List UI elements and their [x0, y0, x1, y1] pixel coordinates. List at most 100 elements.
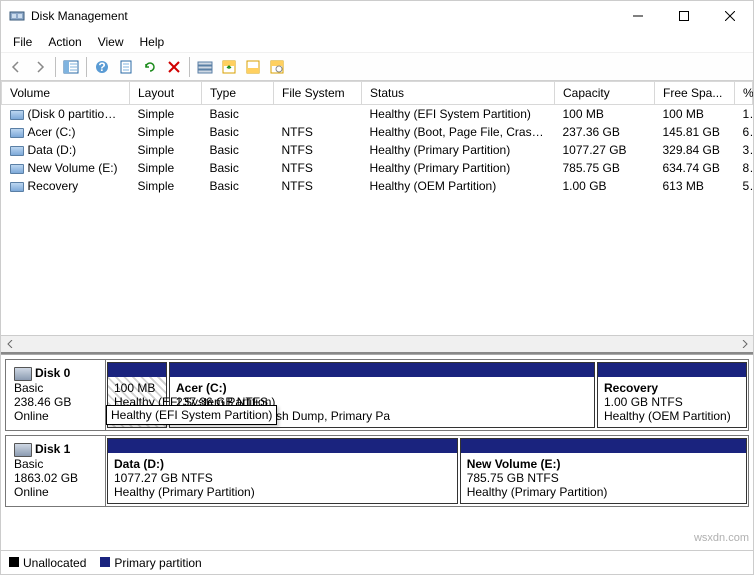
col-capacity[interactable]: Capacity	[555, 82, 655, 105]
menu-file[interactable]: File	[5, 33, 40, 51]
partition-size: 1.00 GB NTFS	[604, 395, 683, 409]
menu-action[interactable]: Action	[40, 33, 89, 51]
volume-row[interactable]: New Volume (E:)SimpleBasicNTFSHealthy (P…	[2, 159, 753, 177]
partition-body: Data (D:) 1077.27 GB NTFS Healthy (Prima…	[108, 453, 457, 503]
col-layout[interactable]: Layout	[130, 82, 202, 105]
volume-icon	[10, 164, 24, 174]
disk-info[interactable]: Disk 1 Basic 1863.02 GB Online	[6, 436, 106, 506]
watermark: wsxdn.com	[694, 532, 749, 544]
volume-name: Recovery	[28, 179, 79, 193]
forward-button[interactable]	[29, 56, 51, 78]
disk-size: 238.46 GB	[14, 395, 97, 409]
toolbar-separator	[189, 57, 190, 77]
scroll-right-icon[interactable]	[736, 336, 753, 353]
graphical-bottom-button[interactable]	[242, 56, 264, 78]
minimize-button[interactable]	[615, 1, 661, 31]
partition-title: New Volume (E:)	[467, 457, 561, 471]
partition-size: 785.75 GB NTFS	[467, 471, 559, 485]
col-free[interactable]: Free Spa...	[655, 82, 735, 105]
volume-status: Healthy (Boot, Page File, Crash Dum...	[362, 123, 555, 141]
volume-fs: NTFS	[274, 177, 362, 195]
partition-block[interactable]: 100 MB Healthy (EFI System Partition) He…	[107, 362, 167, 428]
disk-icon	[14, 443, 32, 457]
volume-row[interactable]: RecoverySimpleBasicNTFSHealthy (OEM Part…	[2, 177, 753, 195]
toolbar-separator	[55, 57, 56, 77]
partition-block[interactable]: Data (D:) 1077.27 GB NTFS Healthy (Prima…	[107, 438, 458, 504]
volume-pct: 5	[735, 177, 753, 195]
disk-state: Online	[14, 409, 97, 423]
help-button[interactable]: ?	[91, 56, 113, 78]
back-button[interactable]	[5, 56, 27, 78]
volume-layout: Simple	[130, 105, 202, 124]
partition-title: Data (D:)	[114, 457, 164, 471]
partition-area: 100 MB Healthy (EFI System Partition) He…	[106, 360, 748, 430]
partition-title: Acer (C:)	[176, 381, 227, 395]
volume-row[interactable]: (Disk 0 partition 1)SimpleBasicHealthy (…	[2, 105, 753, 124]
volume-free: 145.81 GB	[655, 123, 735, 141]
volume-row[interactable]: Data (D:)SimpleBasicNTFSHealthy (Primary…	[2, 141, 753, 159]
disk-label: Disk 0	[35, 366, 70, 380]
col-fs[interactable]: File System	[274, 82, 362, 105]
partition-block[interactable]: New Volume (E:) 785.75 GB NTFS Healthy (…	[460, 438, 747, 504]
volume-row[interactable]: Acer (C:)SimpleBasicNTFSHealthy (Boot, P…	[2, 123, 753, 141]
disk-row: Disk 1 Basic 1863.02 GB Online Data (D:)…	[5, 435, 749, 507]
graphical-top-button[interactable]	[218, 56, 240, 78]
col-volume[interactable]: Volume	[2, 82, 130, 105]
partition-block[interactable]: Recovery 1.00 GB NTFS Healthy (OEM Parti…	[597, 362, 747, 428]
volume-status: Healthy (Primary Partition)	[362, 141, 555, 159]
volume-fs: NTFS	[274, 123, 362, 141]
partition-status: Healthy (Primary Partition)	[114, 485, 255, 499]
volume-capacity: 100 MB	[555, 105, 655, 124]
disk-type: Basic	[14, 457, 97, 471]
window-title: Disk Management	[31, 9, 615, 23]
volume-name: (Disk 0 partition 1)	[28, 107, 125, 121]
partition-status: Healthy (OEM Partition)	[604, 409, 731, 423]
horizontal-scrollbar[interactable]	[1, 335, 753, 352]
primary-swatch-icon	[100, 557, 110, 567]
scroll-left-icon[interactable]	[1, 336, 18, 353]
partition-header-stripe	[598, 363, 746, 377]
volume-free: 613 MB	[655, 177, 735, 195]
svg-text:?: ?	[98, 60, 105, 74]
menu-help[interactable]: Help	[132, 33, 173, 51]
disk-graphical-pane[interactable]: Disk 0 Basic 238.46 GB Online 100 MB Hea…	[1, 354, 753, 550]
toolbar: ?	[1, 53, 753, 81]
volume-capacity: 1.00 GB	[555, 177, 655, 195]
partition-tooltip: Healthy (EFI System Partition)	[106, 405, 277, 425]
disk-info[interactable]: Disk 0 Basic 238.46 GB Online	[6, 360, 106, 430]
volume-capacity: 1077.27 GB	[555, 141, 655, 159]
unallocated-swatch-icon	[9, 557, 19, 567]
menu-view[interactable]: View	[90, 33, 132, 51]
view-toggle-button[interactable]	[60, 56, 82, 78]
partition-body: New Volume (E:) 785.75 GB NTFS Healthy (…	[461, 453, 746, 503]
refresh-button[interactable]	[139, 56, 161, 78]
partition-body: Recovery 1.00 GB NTFS Healthy (OEM Parti…	[598, 377, 746, 427]
col-type[interactable]: Type	[202, 82, 274, 105]
delete-button[interactable]	[163, 56, 185, 78]
legend-unallocated: Unallocated	[9, 556, 86, 570]
volume-capacity: 785.75 GB	[555, 159, 655, 177]
column-headers[interactable]: Volume Layout Type File System Status Ca…	[2, 82, 753, 105]
volume-fs	[274, 105, 362, 124]
partition-header-stripe	[461, 439, 746, 453]
maximize-button[interactable]	[661, 1, 707, 31]
col-pct[interactable]: %	[735, 82, 753, 105]
properties-button[interactable]	[115, 56, 137, 78]
volume-fs: NTFS	[274, 159, 362, 177]
volume-icon	[10, 110, 24, 120]
disk-list-button[interactable]	[194, 56, 216, 78]
close-button[interactable]	[707, 1, 753, 31]
legend-primary: Primary partition	[100, 556, 201, 570]
volume-status: Healthy (Primary Partition)	[362, 159, 555, 177]
volume-layout: Simple	[130, 141, 202, 159]
col-status[interactable]: Status	[362, 82, 555, 105]
volume-pct: 6	[735, 123, 753, 141]
volume-list[interactable]: Volume Layout Type File System Status Ca…	[1, 81, 753, 335]
volume-free: 329.84 GB	[655, 141, 735, 159]
disk-size: 1863.02 GB	[14, 471, 97, 485]
volume-free: 634.74 GB	[655, 159, 735, 177]
volume-pct: 8	[735, 159, 753, 177]
disk-icon	[14, 367, 32, 381]
partition-title: Recovery	[604, 381, 658, 395]
settings-button[interactable]	[266, 56, 288, 78]
